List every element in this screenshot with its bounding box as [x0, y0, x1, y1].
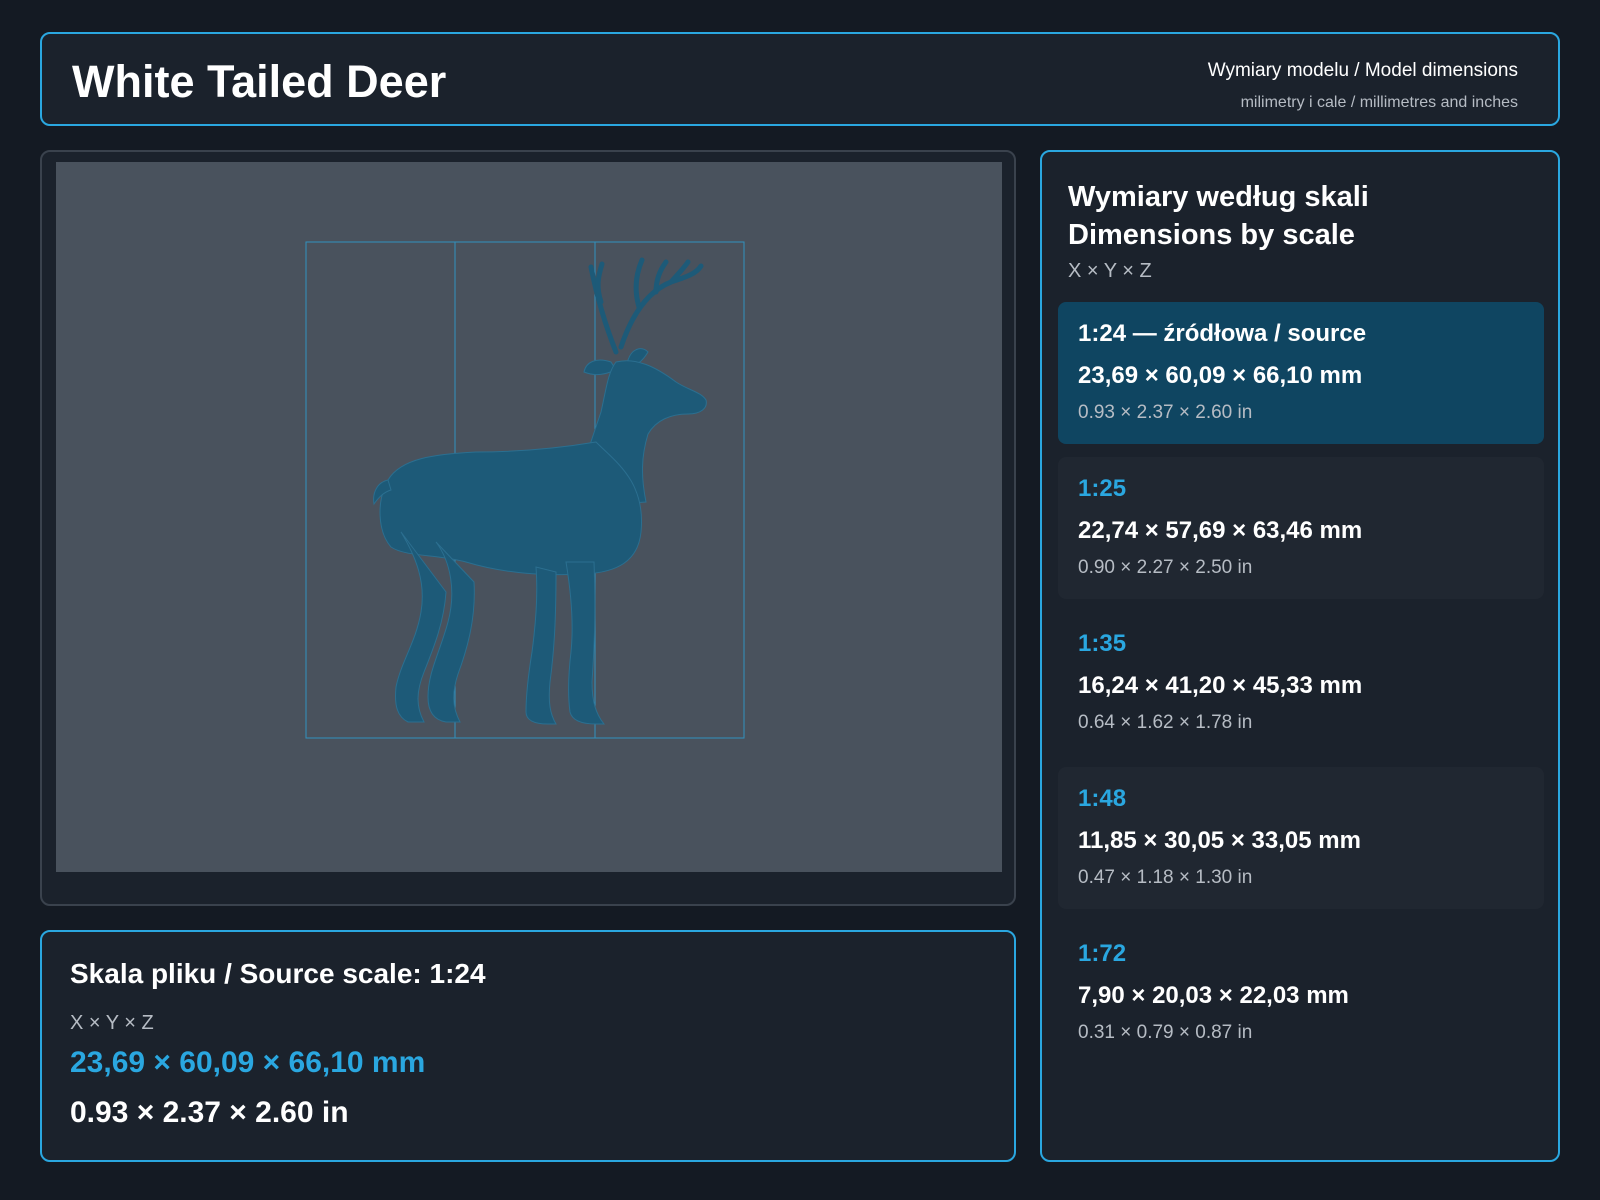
scales-title-en: Dimensions by scale	[1068, 219, 1355, 251]
scale-dimensions-mm: 22,74 × 57,69 × 63,46 mm	[1078, 517, 1363, 544]
scale-dimensions-in: 0.93 × 2.37 × 2.60 in	[1078, 402, 1253, 423]
dimensions-by-scale-panel: Wymiary według skali Dimensions by scale…	[1040, 150, 1560, 1162]
scale-label: 1:72	[1078, 940, 1127, 967]
header-bar: White Tailed Deer Wymiary modelu / Model…	[40, 32, 1560, 126]
scale-card-1-25[interactable]: 1:25 22,74 × 57,69 × 63,46 mm 0.90 × 2.2…	[1058, 457, 1544, 599]
deer-silhouette	[373, 257, 707, 725]
scale-dimensions-in: 0.90 × 2.27 × 2.50 in	[1078, 557, 1253, 578]
scale-dimensions-mm: 11,85 × 30,05 × 33,05 mm	[1078, 827, 1361, 854]
scale-label: 1:25	[1078, 475, 1127, 502]
scale-card-1-48[interactable]: 1:48 11,85 × 30,05 × 33,05 mm 0.47 × 1.1…	[1058, 767, 1544, 909]
scale-dimensions-in: 0.31 × 0.79 × 0.87 in	[1078, 1022, 1253, 1043]
model-viewer	[40, 150, 1016, 906]
source-axes-label: X × Y × Z	[70, 1012, 154, 1034]
header-subtitle: Wymiary modelu / Model dimensions	[1207, 60, 1518, 81]
scale-dimensions-mm: 23,69 × 60,09 × 66,10 mm	[1078, 362, 1363, 389]
source-dimensions-in: 0.93 × 2.37 × 2.60 in	[70, 1096, 349, 1129]
header-units-note: milimetry i cale / millimetres and inche…	[1240, 94, 1518, 111]
scale-dimensions-mm: 7,90 × 20,03 × 22,03 mm	[1078, 982, 1349, 1009]
deer-model-icon	[305, 241, 745, 739]
source-dimensions-mm: 23,69 × 60,09 × 66,10 mm	[70, 1046, 426, 1079]
scale-card-1-72[interactable]: 1:72 7,90 × 20,03 × 22,03 mm 0.31 × 0.79…	[1058, 922, 1544, 1064]
scales-title-pl: Wymiary według skali	[1068, 181, 1369, 213]
scale-label: 1:24 — źródłowa / source	[1078, 320, 1367, 347]
source-scale-panel: Skala pliku / Source scale: 1:24 X × Y ×…	[40, 930, 1016, 1162]
scales-axes-label: X × Y × Z	[1068, 260, 1152, 282]
scale-dimensions-mm: 16,24 × 41,20 × 45,33 mm	[1078, 672, 1363, 699]
scale-card-1-35[interactable]: 1:35 16,24 × 41,20 × 45,33 mm 0.64 × 1.6…	[1058, 612, 1544, 754]
model-viewport[interactable]	[56, 162, 1002, 872]
scales-title: Wymiary według skali Dimensions by scale	[1068, 178, 1369, 254]
scale-label: 1:48	[1078, 785, 1127, 812]
page-title: White Tailed Deer	[72, 56, 447, 107]
scale-dimensions-in: 0.64 × 1.62 × 1.78 in	[1078, 712, 1253, 733]
scale-dimensions-in: 0.47 × 1.18 × 1.30 in	[1078, 867, 1253, 888]
scale-card-1-24[interactable]: 1:24 — źródłowa / source 23,69 × 60,09 ×…	[1058, 302, 1544, 444]
scale-label: 1:35	[1078, 630, 1127, 657]
source-scale-title: Skala pliku / Source scale: 1:24	[70, 958, 486, 989]
